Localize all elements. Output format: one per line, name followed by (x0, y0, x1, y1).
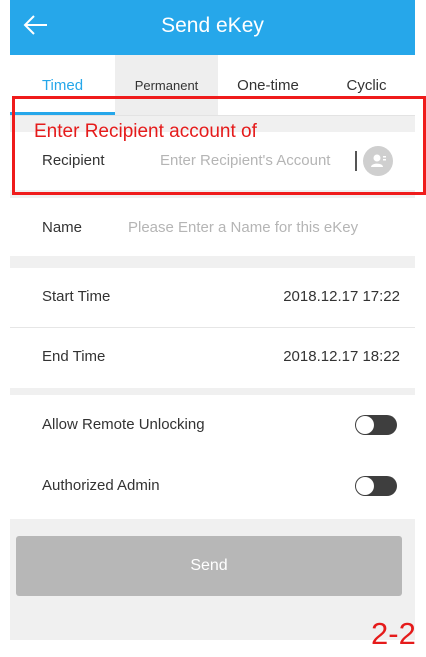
annotation-highlight-box (12, 96, 426, 195)
send-button[interactable]: Send (16, 536, 402, 596)
tab-label: Timed (41, 77, 84, 94)
name-row: Name Please Enter a Name for this eKey (10, 198, 415, 256)
tab-label: Cyclic (346, 77, 387, 94)
authorized-admin-label: Authorized Admin (42, 477, 160, 494)
name-label: Name (42, 219, 83, 236)
tab-label: One-time (237, 77, 299, 94)
start-time-value: 2018.12.17 17:22 (283, 288, 400, 305)
permissions-card: Allow Remote Unlocking Authorized Admin (10, 395, 415, 519)
allow-remote-unlocking-toggle[interactable] (355, 415, 397, 435)
time-card: Start Time 2018.12.17 17:22 End Time 201… (10, 268, 415, 388)
annotation-text: Enter Recipient account of (34, 121, 257, 142)
app-header: Send eKey (10, 0, 415, 55)
authorized-admin-toggle[interactable] (355, 476, 397, 496)
divider (10, 327, 415, 328)
start-time-label: Start Time (42, 288, 111, 305)
allow-remote-unlocking-label: Allow Remote Unlocking (42, 416, 205, 433)
page-title: Send eKey (161, 14, 264, 37)
page-number-label: 2-2 (371, 616, 416, 651)
tab-label: Permanent (134, 78, 199, 93)
toggle-knob (356, 416, 374, 434)
name-input[interactable]: Please Enter a Name for this eKey (128, 219, 358, 236)
end-time-value: 2018.12.17 18:22 (283, 348, 400, 365)
toggle-knob (356, 477, 374, 495)
end-time-label: End Time (42, 348, 106, 365)
